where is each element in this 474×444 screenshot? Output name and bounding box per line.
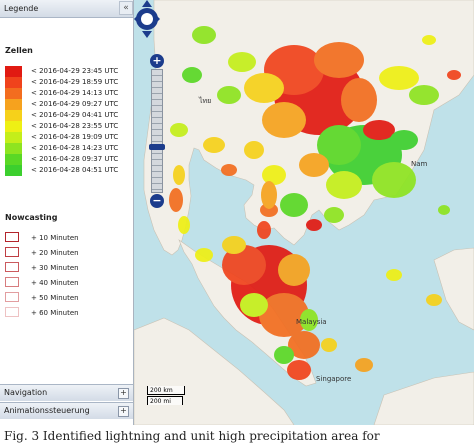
navigation-panel-header[interactable]: Navigation +	[0, 384, 133, 401]
cell-color-swatch	[5, 165, 22, 176]
scale-km-label: 200 km	[147, 386, 185, 395]
cell-color-swatch	[5, 132, 22, 143]
cell-legend-label: < 2016-04-28 23:55 UTC	[31, 122, 119, 130]
app-window: Legende — « Zellen < 2016-04-29 23:45 UT…	[0, 0, 474, 425]
zoom-in-button[interactable]: +	[150, 54, 164, 68]
scale-mi-label: 200 mi	[147, 396, 183, 405]
cell-color-swatch	[5, 143, 22, 154]
map-view[interactable]: + − ไทย Nam Malaysia Singapore 200 km 20…	[134, 0, 474, 425]
cell-legend-label: < 2016-04-28 04:51 UTC	[31, 166, 119, 174]
nowcasting-legend-label: + 30 Minuten	[31, 264, 79, 272]
cell-color-swatch	[5, 88, 22, 99]
cell-color-swatch	[5, 154, 22, 165]
cell-color-swatch	[5, 66, 22, 77]
cell-legend-label: < 2016-04-28 14:23 UTC	[31, 144, 119, 152]
cell-legend-label: < 2016-04-29 04:41 UTC	[31, 111, 119, 119]
nowcasting-outline-swatch	[5, 262, 19, 272]
cell-legend-label: < 2016-04-28 19:09 UTC	[31, 133, 119, 141]
nowcasting-legend-label: + 40 Minuten	[31, 279, 79, 287]
cell-color-swatch	[5, 110, 22, 121]
cell-legend-label: < 2016-04-29 14:13 UTC	[31, 89, 119, 97]
cell-legend-label: < 2016-04-28 09:37 UTC	[31, 155, 119, 163]
cell-legend-label: < 2016-04-29 18:59 UTC	[31, 78, 119, 86]
map-label-thai: ไทย	[199, 97, 212, 105]
animation-expand-button[interactable]: +	[118, 406, 129, 417]
animation-panel-header[interactable]: Animationssteuerung +	[0, 402, 133, 419]
nowcasting-section-title: Nowcasting	[5, 213, 58, 222]
legend-panel-header[interactable]: Legende —	[0, 0, 133, 18]
nowcasting-outline-swatch	[5, 232, 19, 242]
navigation-label: Navigation	[4, 388, 48, 397]
animation-label: Animationssteuerung	[4, 406, 90, 415]
navigation-expand-button[interactable]: +	[118, 388, 129, 399]
cell-color-swatch	[5, 99, 22, 110]
nowcasting-outline-swatch	[5, 307, 19, 317]
nowcasting-legend-label: + 20 Minuten	[31, 249, 79, 257]
nowcasting-outline-swatch	[5, 277, 19, 287]
figure-caption: Fig. 3 Identified lightning and unit hig…	[4, 429, 380, 443]
nowcasting-legend-label: + 50 Minuten	[31, 294, 79, 302]
scale-bar: 200 km 200 mi	[146, 386, 190, 412]
legend-sidebar: Legende — « Zellen < 2016-04-29 23:45 UT…	[0, 0, 134, 425]
zoom-control: + −	[149, 54, 165, 208]
cell-color-swatch	[5, 121, 22, 132]
pan-control-icon[interactable]	[134, 0, 160, 38]
zoom-slider-handle[interactable]	[149, 144, 165, 150]
legend-body: Zellen < 2016-04-29 23:45 UTC < 2016-04-2…	[0, 18, 133, 378]
nowcasting-outline-swatch	[5, 247, 19, 257]
cell-legend-label: < 2016-04-29 09:27 UTC	[31, 100, 119, 108]
legend-title: Legende	[4, 4, 39, 13]
nowcasting-legend-label: + 10 Minuten	[31, 234, 79, 242]
land-borneo	[373, 371, 474, 425]
map-canvas	[134, 0, 474, 425]
collapse-sidebar-button[interactable]: «	[119, 1, 133, 15]
map-label-malaysia: Malaysia	[296, 318, 327, 326]
map-label-singapore: Singapore	[316, 375, 352, 383]
map-label-nam: Nam	[411, 160, 428, 168]
nowcasting-legend-label: + 60 Minuten	[31, 309, 79, 317]
nowcasting-outline-swatch	[5, 292, 19, 302]
cell-color-swatch	[5, 77, 22, 88]
cell-legend-label: < 2016-04-29 23:45 UTC	[31, 67, 119, 75]
zoom-slider-track[interactable]	[151, 69, 163, 193]
land-islands-east	[433, 247, 474, 331]
zoom-out-button[interactable]: −	[150, 194, 164, 208]
cells-section-title: Zellen	[5, 46, 33, 55]
